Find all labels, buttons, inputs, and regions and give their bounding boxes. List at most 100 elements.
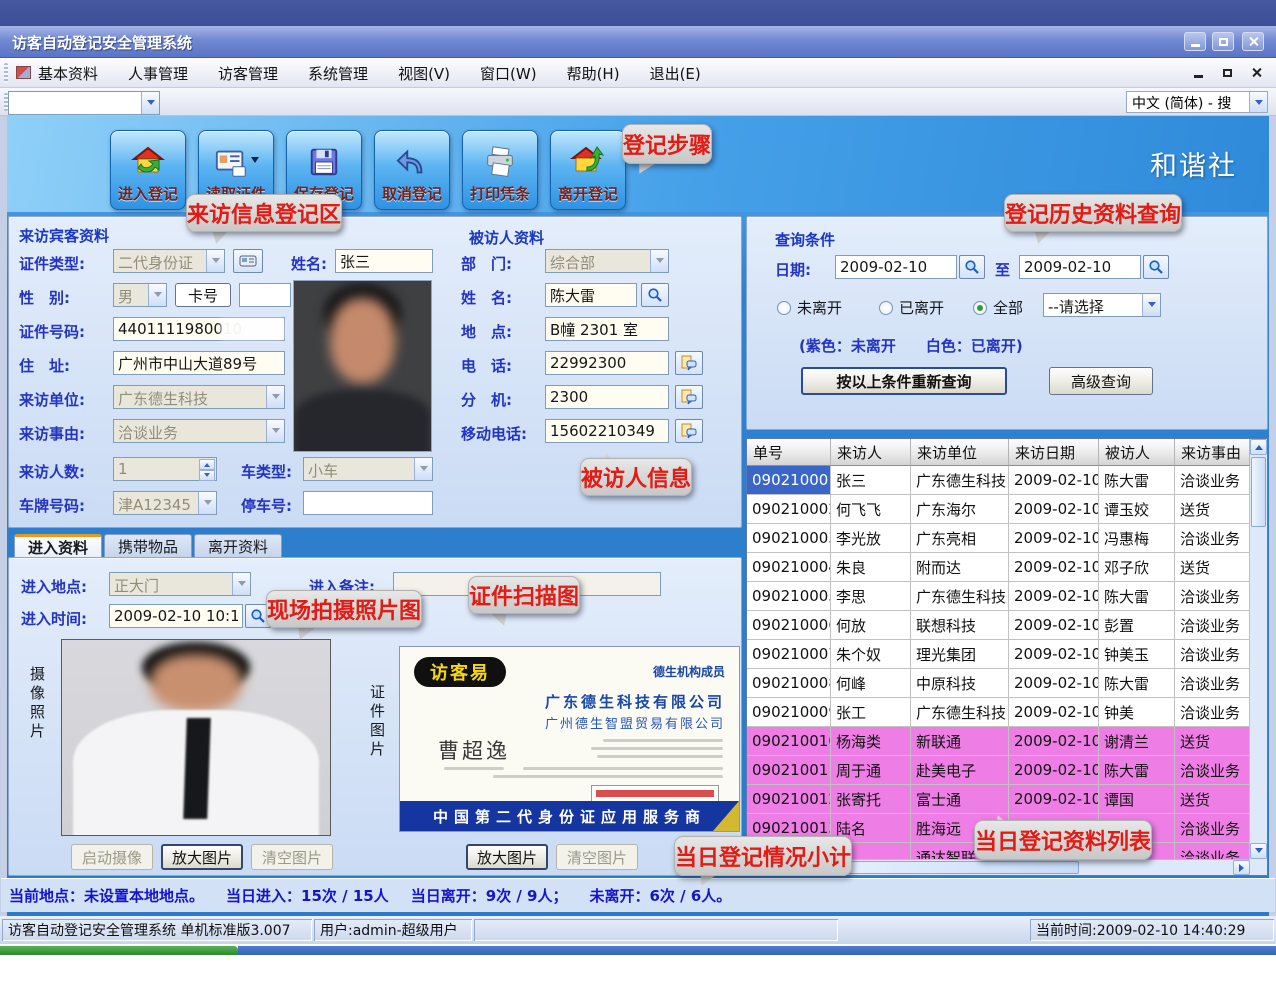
table-cell[interactable]: 090210003	[747, 524, 831, 553]
ext-input[interactable]	[545, 385, 669, 409]
location-input[interactable]	[545, 317, 669, 341]
quick-select-combo[interactable]	[8, 91, 160, 115]
table-cell[interactable]: 中原科技	[911, 669, 1009, 698]
mdi-restore-icon[interactable]	[1217, 63, 1237, 82]
column-header[interactable]: 来访人	[831, 439, 911, 466]
table-row[interactable]: 090210004朱良附而达2009-02-10邓子欣送货	[747, 553, 1250, 582]
table-cell[interactable]: 钟美玉	[1099, 640, 1175, 669]
tab-leave-info[interactable]: 离开资料	[194, 534, 282, 558]
print-slip-button[interactable]: 打印凭条	[462, 130, 538, 210]
table-row[interactable]: 090210005李思广东德生科技2009-02-10陈大雷洽谈业务	[747, 582, 1250, 611]
table-cell[interactable]: 邓子欣	[1099, 553, 1175, 582]
table-cell[interactable]: 陈大雷	[1099, 582, 1175, 611]
host-search-button[interactable]	[641, 283, 669, 307]
chevron-down-icon[interactable]	[650, 250, 668, 272]
radio-icon[interactable]	[879, 301, 893, 315]
table-cell[interactable]: 送货	[1175, 495, 1250, 524]
enter-register-button[interactable]: 进入登记	[110, 130, 186, 210]
radio-all[interactable]: 全部	[973, 297, 1023, 318]
restore-icon[interactable]	[1212, 32, 1234, 51]
chevron-down-icon[interactable]	[148, 284, 166, 306]
table-cell[interactable]: 090210011	[747, 756, 831, 785]
table-cell[interactable]: 李光放	[831, 524, 911, 553]
table-row[interactable]: 090210008何峰中原科技2009-02-10陈大雷洽谈业务	[747, 669, 1250, 698]
plate-combo[interactable]: 津A12345	[113, 491, 217, 515]
ext-notify-button[interactable]	[675, 385, 703, 409]
table-cell[interactable]: 谢清兰	[1099, 727, 1175, 756]
table-cell[interactable]: 2009-02-10	[1009, 785, 1099, 814]
table-cell[interactable]: 朱良	[831, 553, 911, 582]
table-cell[interactable]: 090210002	[747, 495, 831, 524]
table-cell[interactable]: 钟美	[1099, 698, 1175, 727]
radio-icon[interactable]	[777, 301, 791, 315]
table-cell[interactable]: 陈大雷	[1099, 669, 1175, 698]
table-cell[interactable]: 090210006	[747, 611, 831, 640]
language-bar[interactable]: 中文 (简体) - 搜	[1126, 91, 1268, 113]
table-cell[interactable]: 090210005	[747, 582, 831, 611]
table-cell[interactable]: 送货	[1175, 785, 1250, 814]
table-cell[interactable]: 李思	[831, 582, 911, 611]
column-header[interactable]: 来访事由	[1175, 439, 1250, 466]
table-row[interactable]: 090210001张三广东德生科技2009-02-10陈大雷洽谈业务	[747, 466, 1250, 495]
requery-button[interactable]: 按以上条件重新查询	[801, 367, 1007, 395]
table-cell[interactable]: 090210004	[747, 553, 831, 582]
table-cell[interactable]: 洽谈业务	[1175, 843, 1250, 859]
phone-input[interactable]	[545, 351, 669, 375]
table-row[interactable]: 090210010杨海类新联通2009-02-10谢清兰送货	[747, 727, 1250, 756]
table-cell[interactable]: 陈大雷	[1099, 466, 1175, 495]
table-row[interactable]: 090210007朱个奴理光集团2009-02-10钟美玉洽谈业务	[747, 640, 1250, 669]
menu-item-help[interactable]: 帮助(H)	[567, 63, 620, 84]
table-cell[interactable]: 洽谈业务	[1175, 669, 1250, 698]
menu-item-window[interactable]: 窗口(W)	[480, 63, 537, 84]
table-cell[interactable]: 2009-02-10	[1009, 611, 1099, 640]
clear-photo-button[interactable]: 清空图片	[251, 844, 333, 870]
column-header[interactable]: 来访日期	[1009, 439, 1099, 466]
table-cell[interactable]: 何放	[831, 611, 911, 640]
scroll-down-icon[interactable]	[1250, 843, 1267, 859]
date-from-picker-button[interactable]	[959, 255, 985, 279]
table-cell[interactable]: 赴美电子	[911, 756, 1009, 785]
table-cell[interactable]: 洽谈业务	[1175, 611, 1250, 640]
chevron-down-icon[interactable]	[266, 386, 284, 408]
menu-item-system[interactable]: 系统管理	[308, 63, 368, 84]
date-to-picker-button[interactable]	[1143, 255, 1169, 279]
table-cell[interactable]: 附而达	[911, 553, 1009, 582]
table-row[interactable]: 090210006何放联想科技2009-02-10彭置洽谈业务	[747, 611, 1250, 640]
table-cell[interactable]: 杨海类	[831, 727, 911, 756]
table-row[interactable]: 090210003李光放广东亮相2009-02-10冯惠梅洽谈业务	[747, 524, 1250, 553]
gender-combo[interactable]: 男	[113, 283, 167, 307]
table-cell[interactable]: 新联通	[911, 727, 1009, 756]
v-scrollbar[interactable]	[1250, 439, 1267, 859]
host-name-input[interactable]	[545, 283, 637, 307]
table-cell[interactable]: 2009-02-10	[1009, 495, 1099, 524]
table-cell[interactable]: 2009-02-10	[1009, 466, 1099, 495]
radio-left[interactable]: 已离开	[879, 297, 944, 318]
visit-company-combo[interactable]: 广东德生科技	[113, 385, 285, 409]
title-bar[interactable]: 访客自动登记安全管理系统	[0, 26, 1276, 58]
menu-item-basic[interactable]: 基本资料	[38, 63, 98, 84]
table-cell[interactable]: 广东海尔	[911, 495, 1009, 524]
advanced-query-button[interactable]: 高级查询	[1049, 367, 1153, 395]
card-number-input[interactable]	[239, 283, 291, 307]
menu-item-visitor[interactable]: 访客管理	[218, 63, 278, 84]
table-cell[interactable]: 2009-02-10	[1009, 756, 1099, 785]
table-row[interactable]: 090210002何飞飞广东海尔2009-02-10谭玉姣送货	[747, 495, 1250, 524]
table-cell[interactable]: 洽谈业务	[1175, 698, 1250, 727]
card-number-button[interactable]: 卡号	[175, 283, 231, 307]
tab-entry-info[interactable]: 进入资料	[14, 534, 102, 558]
table-cell[interactable]: 送货	[1175, 727, 1250, 756]
menu-item-hr[interactable]: 人事管理	[128, 63, 188, 84]
address-input[interactable]	[113, 351, 285, 375]
chevron-down-icon[interactable]	[1249, 92, 1267, 112]
table-cell[interactable]: 张寄托	[831, 785, 911, 814]
scroll-up-icon[interactable]	[1250, 439, 1267, 455]
table-cell[interactable]: 彭置	[1099, 611, 1175, 640]
radio-not-left[interactable]: 未离开	[777, 297, 842, 318]
column-header[interactable]: 被访人	[1099, 439, 1175, 466]
table-cell[interactable]: 2009-02-10	[1009, 727, 1099, 756]
table-cell[interactable]: 理光集团	[911, 640, 1009, 669]
clear-card-button[interactable]: 清空图片	[556, 844, 638, 870]
vehicle-type-combo[interactable]: 小车	[303, 457, 433, 481]
table-cell[interactable]: 冯惠梅	[1099, 524, 1175, 553]
table-cell[interactable]: 张工	[831, 698, 911, 727]
